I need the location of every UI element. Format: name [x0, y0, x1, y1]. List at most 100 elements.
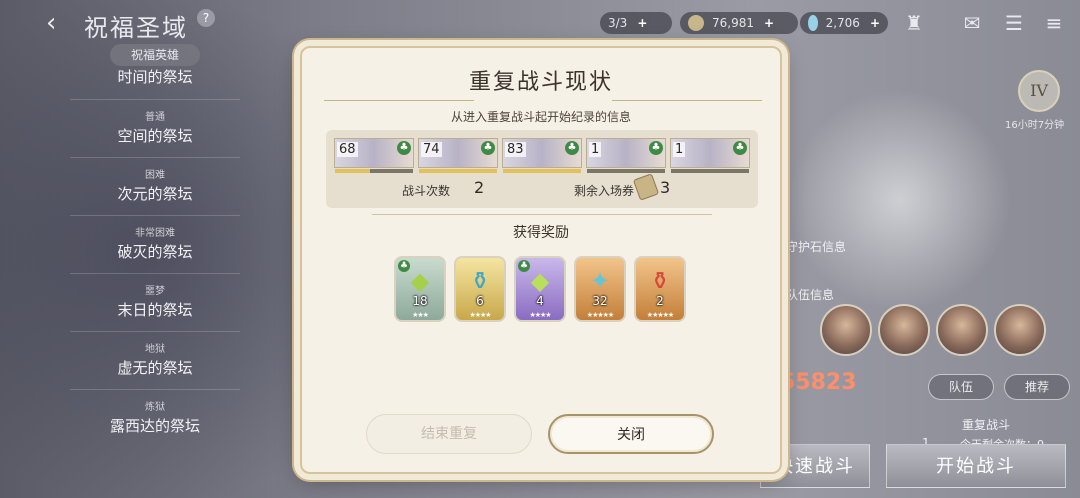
altar-item-space[interactable]: 普通 空间的祭坛: [70, 102, 240, 158]
battle-count-label: 战斗次数: [402, 184, 451, 198]
reward-item[interactable]: ⚱ 2 ★★★★★: [634, 256, 686, 322]
altar-difficulty: 地狱: [145, 344, 165, 355]
altar-label: 末日的祭坛: [117, 301, 193, 319]
back-arrow-icon[interactable]: ‹: [46, 10, 72, 36]
top-bar: ‹ 祝福圣域 ? 3/3 + 76,981 + 2,706 + ♜ ✉ ☰ ≡: [0, 0, 1080, 46]
clover-icon: ♣: [481, 141, 495, 155]
altar-label: 空间的祭坛: [117, 127, 193, 145]
hero-level: 83: [505, 142, 526, 157]
screen-title: 祝福圣域: [84, 14, 188, 42]
team-power: 55823: [780, 370, 857, 395]
team-portrait[interactable]: [820, 304, 872, 356]
hero-level: 1: [673, 142, 686, 157]
gold-coin-icon: [688, 15, 704, 31]
altar-label: 次元的祭坛: [117, 185, 193, 203]
team-portrait[interactable]: [878, 304, 930, 356]
stamina-plus-icon[interactable]: +: [637, 16, 647, 30]
guardian-info-label[interactable]: 守护石信息: [786, 238, 846, 255]
altar-difficulty: 炼狱: [145, 402, 165, 413]
exp-bar: [419, 169, 497, 173]
altar-item-dimension[interactable]: 困难 次元的祭坛: [70, 160, 240, 216]
chat-icon[interactable]: ☰: [1002, 12, 1026, 34]
exp-bar: [503, 169, 581, 173]
hero-slot: 1 ♣: [586, 138, 666, 173]
team-info-label: 队伍信息: [786, 288, 835, 302]
gem-counter[interactable]: 2,706 +: [800, 12, 888, 34]
start-battle-button[interactable]: 开始战斗: [886, 444, 1066, 488]
star-rating: ★★★★★: [646, 311, 674, 319]
potion-bottle-icon: ⚱: [469, 267, 491, 295]
repeat-battle-label: 重复战斗: [962, 418, 1011, 432]
star-rating: ★★★★: [529, 311, 551, 319]
gold-counter[interactable]: 76,981 +: [680, 12, 798, 34]
tickets-value: 3: [660, 178, 671, 197]
dialog-subtitle: 从进入重复战斗起开始纪录的信息: [450, 110, 631, 124]
menu-icon[interactable]: ≡: [1042, 12, 1066, 34]
altar-item-void[interactable]: 地狱 虚无的祭坛: [70, 334, 240, 390]
exp-fill: [335, 169, 371, 173]
tickets-label: 剩余入场券: [574, 184, 635, 198]
recommend-button[interactable]: 推荐: [1004, 374, 1070, 400]
team-button[interactable]: 队伍: [928, 374, 994, 400]
altar-item-destruction[interactable]: 非常困难 破灭的祭坛: [70, 218, 240, 274]
reward-item[interactable]: ⚱ 6 ★★★★: [454, 256, 506, 322]
reward-item[interactable]: ♣ ◆ 4 ★★★★: [514, 256, 566, 322]
hero-slot: 83 ♣: [502, 138, 582, 173]
exp-bar: [587, 169, 665, 173]
green-gem-icon: ◆: [530, 267, 550, 295]
altar-item-lucida[interactable]: 炼狱 露西达的祭坛: [70, 392, 240, 448]
team-portrait[interactable]: [994, 304, 1046, 356]
reset-timer: 16小时7分钟: [1005, 120, 1065, 131]
star-rating: ★★★★: [469, 311, 491, 319]
exp-bar: [671, 169, 749, 173]
title-ornament-left: [324, 100, 474, 101]
hero-level: 1: [589, 142, 602, 157]
red-potion-icon: ⚱: [649, 267, 671, 295]
clover-icon: ♣: [733, 141, 747, 155]
green-crystal-icon: ◆: [410, 267, 430, 295]
reward-count: 4: [536, 294, 544, 308]
blessed-hero-badge: 祝福英雄: [110, 44, 200, 66]
clover-icon: ♣: [397, 141, 411, 155]
hero-level: 74: [421, 142, 442, 157]
exp-fill: [503, 169, 581, 173]
gold-plus-icon[interactable]: +: [764, 16, 774, 30]
exp-fill: [419, 169, 497, 173]
gem-icon: [808, 15, 818, 31]
altar-difficulty: 非常困难: [135, 228, 175, 239]
mail-icon[interactable]: ✉: [960, 12, 984, 34]
altar-item-time[interactable]: 时间的祭坛: [70, 64, 240, 100]
title-ornament-right: [612, 100, 762, 101]
altar-label: 时间的祭坛: [117, 68, 193, 86]
reward-item[interactable]: ♣ ◆ 18 ★★★: [394, 256, 446, 322]
star-rating: ★★★: [412, 311, 429, 319]
hero-slot: 1 ♣: [670, 138, 750, 173]
clover-icon: ♣: [518, 260, 530, 272]
rewards-title: 获得奖励: [513, 225, 569, 241]
reward-count: 2: [656, 294, 664, 308]
rank-badge: IV: [1018, 70, 1060, 112]
gem-value: 2,706: [825, 16, 860, 30]
star-emblem-icon: ✦: [589, 267, 611, 295]
help-icon[interactable]: ?: [197, 9, 215, 27]
team-portrait[interactable]: [936, 304, 988, 356]
altar-item-doom[interactable]: 噩梦 末日的祭坛: [70, 276, 240, 332]
gem-plus-icon[interactable]: +: [870, 16, 880, 30]
end-repeat-button[interactable]: 结束重复: [366, 414, 532, 454]
battle-count-value: 2: [474, 178, 485, 197]
dialog-title: 重复战斗现状: [468, 70, 613, 95]
reward-item[interactable]: ✦ 32 ★★★★★: [574, 256, 626, 322]
rewards-divider: [372, 214, 712, 215]
altar-label: 破灭的祭坛: [117, 243, 193, 261]
hero-slot: 68 ♣: [334, 138, 414, 173]
shop-icon[interactable]: ♜: [902, 12, 926, 34]
stamina-value: 3/3: [608, 16, 628, 30]
stamina-counter[interactable]: 3/3 +: [600, 12, 672, 34]
hero-slot: 74 ♣: [418, 138, 498, 173]
close-button[interactable]: 关闭: [548, 414, 714, 454]
altar-label: 虚无的祭坛: [117, 359, 193, 377]
ticket-icon: [632, 173, 660, 201]
repeat-battle-status-dialog: 重复战斗现状 从进入重复战斗起开始纪录的信息 68 ♣ 74 ♣ 83 ♣ 1 …: [300, 46, 782, 474]
hero-level: 68: [337, 142, 358, 157]
reward-count: 32: [592, 294, 608, 308]
